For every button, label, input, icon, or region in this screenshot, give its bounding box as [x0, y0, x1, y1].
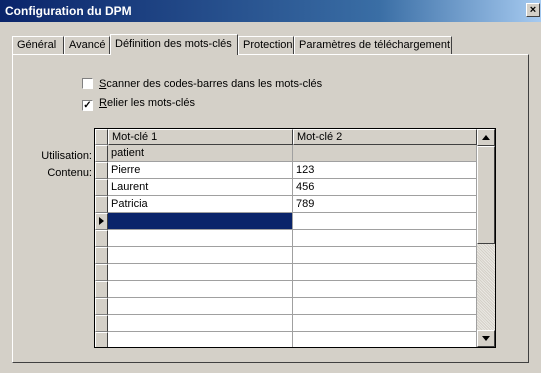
table-cell[interactable]: Laurent — [108, 179, 293, 196]
scan-barcodes-checkbox[interactable] — [82, 78, 93, 89]
table-cell[interactable]: 123 — [293, 162, 477, 179]
table-cell[interactable] — [108, 247, 293, 264]
window-title: Configuration du DPM — [5, 4, 132, 18]
table-cell[interactable] — [108, 315, 293, 332]
table-cell[interactable] — [108, 281, 293, 298]
table-cell[interactable] — [108, 298, 293, 315]
title-bar: Configuration du DPM × — [0, 0, 541, 22]
current-row-header[interactable] — [95, 213, 108, 230]
scroll-thumb[interactable] — [477, 146, 495, 244]
row-header[interactable] — [95, 162, 108, 179]
table-cell[interactable] — [293, 281, 477, 298]
scroll-down-button[interactable] — [477, 330, 495, 347]
table-cell[interactable] — [293, 298, 477, 315]
table-cell[interactable] — [108, 230, 293, 247]
column-header-keyword-2[interactable]: Mot-clé 2 — [293, 129, 477, 145]
tab-protection[interactable]: Protection — [238, 36, 294, 54]
tab-advanced[interactable]: Avancé — [64, 36, 110, 54]
table-cell[interactable] — [293, 230, 477, 247]
table-cell[interactable] — [108, 332, 293, 347]
row-header[interactable] — [95, 179, 108, 196]
table-cell[interactable]: Pierre — [108, 162, 293, 179]
row-header[interactable] — [95, 247, 108, 264]
usage-label: Utilisation: — [41, 150, 92, 162]
row-header[interactable] — [95, 315, 108, 332]
table-cell[interactable]: 456 — [293, 179, 477, 196]
usage-cell-2[interactable] — [293, 145, 477, 162]
vertical-scrollbar[interactable] — [477, 129, 495, 347]
column-header-keyword-1[interactable]: Mot-clé 1 — [108, 129, 293, 145]
row-header[interactable] — [95, 281, 108, 298]
corner-header — [95, 129, 108, 145]
arrow-up-icon — [482, 135, 490, 140]
close-button[interactable]: × — [526, 3, 540, 17]
scroll-up-button[interactable] — [477, 129, 495, 146]
table-cell[interactable] — [108, 264, 293, 281]
row-header[interactable] — [95, 230, 108, 247]
table-cell[interactable] — [293, 213, 477, 230]
keyword-grid[interactable]: Mot-clé 1 Mot-clé 2 patient Pierre 123 L… — [94, 128, 496, 348]
link-keywords-option[interactable]: ✓ Relier les mots-clés — [82, 96, 195, 111]
table-cell[interactable] — [293, 247, 477, 264]
table-cell[interactable] — [293, 315, 477, 332]
row-header[interactable] — [95, 196, 108, 213]
content-label: Contenu: — [47, 167, 92, 179]
tab-download-settings[interactable]: Paramètres de téléchargement — [294, 36, 452, 54]
table-cell[interactable]: 789 — [293, 196, 477, 213]
row-header[interactable] — [95, 298, 108, 315]
scan-barcodes-option[interactable]: Scanner des codes-barres dans les mots-c… — [82, 77, 322, 91]
tab-general[interactable]: Général — [12, 36, 64, 54]
table-cell[interactable] — [293, 264, 477, 281]
link-keywords-checkbox[interactable]: ✓ — [82, 100, 93, 111]
tab-keyword-definition[interactable]: Définition des mots-clés — [110, 34, 238, 55]
scan-barcodes-label: canner des codes-barres dans les mots-cl… — [106, 78, 323, 90]
link-keywords-label: elier les mots-clés — [106, 97, 195, 109]
row-header[interactable] — [95, 264, 108, 281]
arrow-down-icon — [482, 336, 490, 341]
table-cell[interactable] — [293, 332, 477, 347]
usage-cell-1[interactable]: patient — [108, 145, 293, 162]
row-header[interactable] — [95, 145, 108, 162]
table-cell[interactable]: Patricia — [108, 196, 293, 213]
row-header[interactable] — [95, 332, 108, 347]
arrow-right-icon — [99, 217, 104, 225]
selected-cell[interactable] — [108, 213, 293, 230]
link-keywords-accel: R — [99, 97, 107, 109]
